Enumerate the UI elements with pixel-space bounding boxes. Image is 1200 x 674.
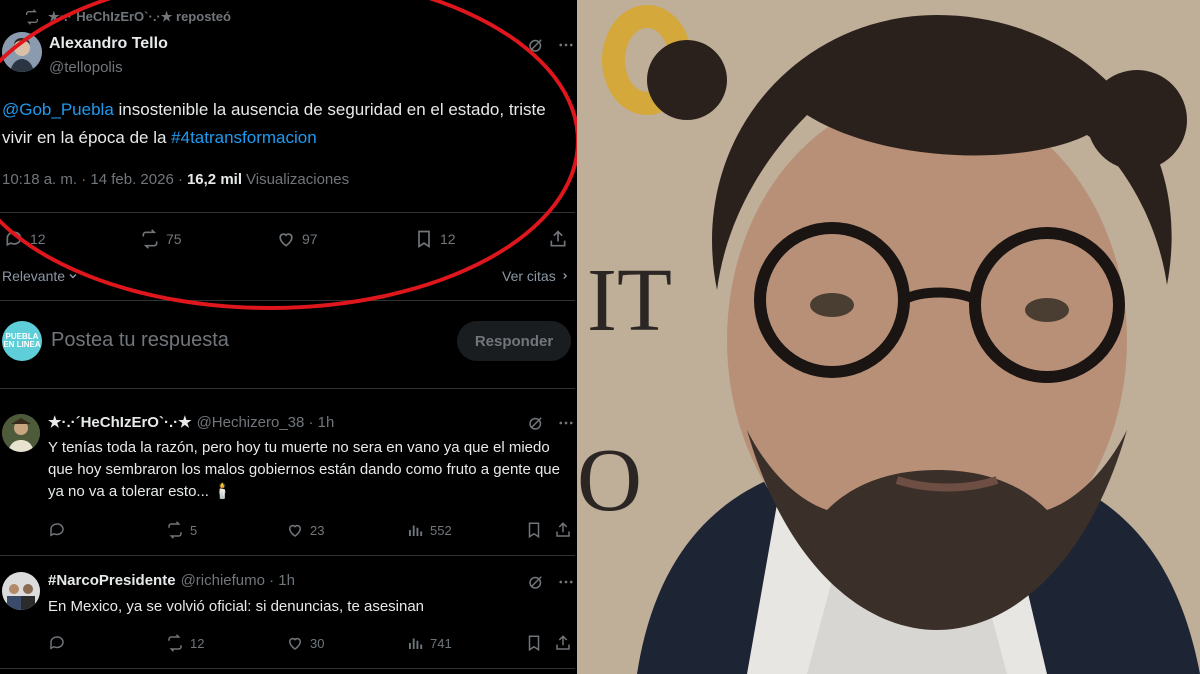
comment-actions: 12 30 741 <box>48 634 572 652</box>
author-avatar[interactable] <box>2 32 42 72</box>
tweet-thread-panel: ★·.·´HeChIzErO`·.·★ reposteó Alexandro T… <box>0 0 577 674</box>
divider <box>0 300 575 301</box>
views-count: 741 <box>430 635 452 651</box>
divider <box>0 668 575 669</box>
bookmark-action[interactable] <box>525 634 543 652</box>
comment-text: Y tenías toda la razón, pero hoy tu muer… <box>48 439 560 500</box>
mention-link[interactable]: @Gob_Puebla <box>2 100 114 119</box>
sort-dropdown[interactable]: Relevante <box>2 268 79 284</box>
reply-icon <box>6 231 22 247</box>
comment-author[interactable]: ★·.·´HeChIzErO`·.·★ <box>48 413 192 431</box>
views-count: 552 <box>430 522 452 538</box>
like-action[interactable]: 23 <box>286 521 324 539</box>
divider <box>0 388 575 389</box>
like-count: 30 <box>310 635 325 651</box>
view-quotes-link[interactable]: Ver citas <box>502 268 570 284</box>
analytics-icon <box>409 525 423 536</box>
heart-icon <box>288 637 302 650</box>
repost-indicator[interactable]: ★·.·´HeChIzErO`·.·★ reposteó <box>24 9 231 25</box>
comment-handle[interactable]: @richiefumo · 1h <box>181 572 295 589</box>
views-action[interactable]: 552 <box>406 521 452 539</box>
repost-action[interactable]: 75 <box>140 229 182 249</box>
reply-avatar-logo: PUEBLA EN LINEA <box>3 332 41 349</box>
repost-action[interactable]: 12 <box>166 634 204 652</box>
comment-header-icons <box>527 414 575 432</box>
views-count: 16,2 mil <box>186 171 242 188</box>
grok-icon[interactable] <box>527 36 545 54</box>
bookmark-icon <box>528 522 540 539</box>
share-icon <box>550 230 566 247</box>
reply-input[interactable]: Postea tu respuesta <box>51 329 229 352</box>
comment-header: ★·.·´HeChIzErO`·.·★ @Hechizero_38 · 1h <box>48 413 335 432</box>
share-action[interactable] <box>554 634 572 652</box>
comment-avatar[interactable] <box>2 572 40 610</box>
share-icon <box>556 635 570 650</box>
comment-header-icons <box>527 573 575 591</box>
repost-icon <box>168 634 182 652</box>
comment-header: #NarcoPresidente @richiefumo · 1h <box>48 572 295 589</box>
bookmark-action[interactable] <box>525 521 543 539</box>
reply-icon <box>50 636 64 650</box>
tweet-timestamp[interactable]: 10:18 a. m. · 14 feb. 2026 · <box>2 171 183 188</box>
like-count: 97 <box>302 231 318 247</box>
reply-icon <box>50 523 64 537</box>
svg-text:IT: IT <box>587 251 672 350</box>
bookmark-icon <box>528 635 540 652</box>
svg-text:O: O <box>577 431 642 530</box>
share-icon <box>556 522 570 537</box>
hashtag-link[interactable]: #4tatransformacion <box>171 128 317 147</box>
more-options-icon[interactable] <box>557 573 575 591</box>
comment-text: En Mexico, ya se volvió oficial: si denu… <box>48 598 425 615</box>
view-quotes-label: Ver citas <box>502 268 556 284</box>
views-action[interactable]: 741 <box>406 634 452 652</box>
repost-action[interactable]: 5 <box>166 521 197 539</box>
portrait-illustration: IT O <box>577 0 1200 674</box>
divider <box>0 212 575 213</box>
repost-icon <box>26 9 38 25</box>
more-options-icon[interactable] <box>557 414 575 432</box>
more-options-icon[interactable] <box>557 36 575 54</box>
analytics-icon <box>409 638 423 649</box>
share-action[interactable] <box>548 229 568 249</box>
reply-count: 12 <box>30 231 46 247</box>
chevron-right-icon <box>563 273 567 279</box>
tweet-header-icons <box>527 36 575 54</box>
bookmark-count: 12 <box>440 231 456 247</box>
grok-icon[interactable] <box>527 414 545 432</box>
share-action[interactable] <box>554 521 572 539</box>
tweet-actions: 12 75 97 12 <box>4 229 572 251</box>
heart-icon <box>279 233 293 247</box>
views-label: Visualizaciones <box>246 171 350 188</box>
reply-button[interactable]: Responder <box>457 321 571 361</box>
reply-action[interactable] <box>48 634 66 652</box>
author-handle[interactable]: @tellopolis <box>49 59 123 76</box>
tweet-meta: 10:18 a. m. · 14 feb. 2026 · 16,2 mil Vi… <box>2 171 349 188</box>
comment-avatar[interactable] <box>2 414 40 452</box>
repost-icon <box>168 521 182 539</box>
sort-label: Relevante <box>2 268 66 284</box>
bookmark-action[interactable]: 12 <box>414 229 456 249</box>
like-action[interactable]: 30 <box>286 634 324 652</box>
reply-action[interactable] <box>48 521 66 539</box>
grok-icon[interactable] <box>527 573 545 591</box>
comment-handle[interactable]: @Hechizero_38 · 1h <box>197 414 335 431</box>
repost-count: 75 <box>166 231 182 247</box>
repost-label: ★·.·´HeChIzErO`·.·★ reposteó <box>48 9 231 24</box>
tweet-text: @Gob_Puebla insostenible la ausencia de … <box>2 96 567 152</box>
repost-count: 5 <box>190 522 198 538</box>
repost-icon <box>142 229 158 249</box>
comment-actions: 5 23 552 <box>48 521 572 539</box>
divider <box>0 555 575 556</box>
reply-action[interactable]: 12 <box>4 229 46 249</box>
reply-avatar[interactable]: PUEBLA EN LINEA <box>2 321 42 361</box>
author-name[interactable]: Alexandro Tello <box>49 35 168 53</box>
chevron-down-icon <box>69 273 77 279</box>
heart-icon <box>288 524 302 537</box>
like-action[interactable]: 97 <box>276 229 318 249</box>
repost-count: 12 <box>190 635 205 651</box>
portrait-photo: IT O <box>577 0 1200 674</box>
like-count: 23 <box>310 522 325 538</box>
bookmark-icon <box>418 230 430 249</box>
comment-author[interactable]: #NarcoPresidente <box>48 572 176 589</box>
